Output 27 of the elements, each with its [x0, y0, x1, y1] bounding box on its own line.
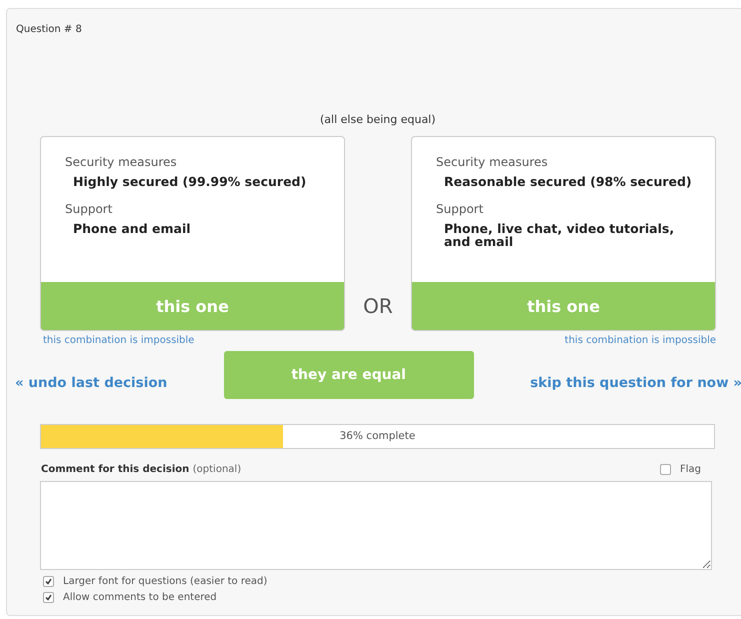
skip-link[interactable]: skip this question for now »	[530, 375, 741, 391]
checkbox[interactable]	[660, 464, 671, 475]
checkbox[interactable]	[43, 592, 54, 603]
comment-label: Comment for this decision (optional)	[41, 464, 242, 475]
setting-label: Allow comments to be entered	[63, 592, 217, 603]
undo-link[interactable]: « undo last decision	[15, 375, 168, 391]
attribute-value: Phone and email	[73, 222, 192, 236]
attribute-value: Phone, live chat, video tutorials, and email	[444, 222, 676, 248]
impossible-link[interactable]: this combination is impossible	[564, 335, 716, 346]
or-label: OR	[362, 294, 394, 318]
setting-label: Larger font for questions (easier to read)	[63, 576, 268, 587]
attribute-name: Security measures	[65, 155, 177, 169]
attribute-name: Support	[436, 202, 484, 216]
checkbox[interactable]	[43, 576, 54, 587]
attribute-value: Reasonable secured (98% secured)	[444, 175, 693, 188]
attribute-value: Highly secured (99.99% secured)	[73, 175, 308, 188]
attribute-name: Support	[65, 202, 112, 216]
equal-button[interactable]: they are equal	[224, 351, 474, 399]
choose-button[interactable]: this one	[41, 282, 344, 330]
comment-field[interactable]	[40, 481, 712, 570]
choose-button[interactable]: this one	[412, 282, 715, 330]
impossible-link[interactable]: this combination is impossible	[43, 335, 194, 346]
attribute-name: Security measures	[436, 155, 548, 169]
subtitle: (all else being equal)	[320, 113, 436, 126]
flag-label: Flag	[680, 464, 701, 475]
question-label: Question # 8	[16, 24, 82, 35]
progress-label: 36% complete	[340, 430, 416, 442]
